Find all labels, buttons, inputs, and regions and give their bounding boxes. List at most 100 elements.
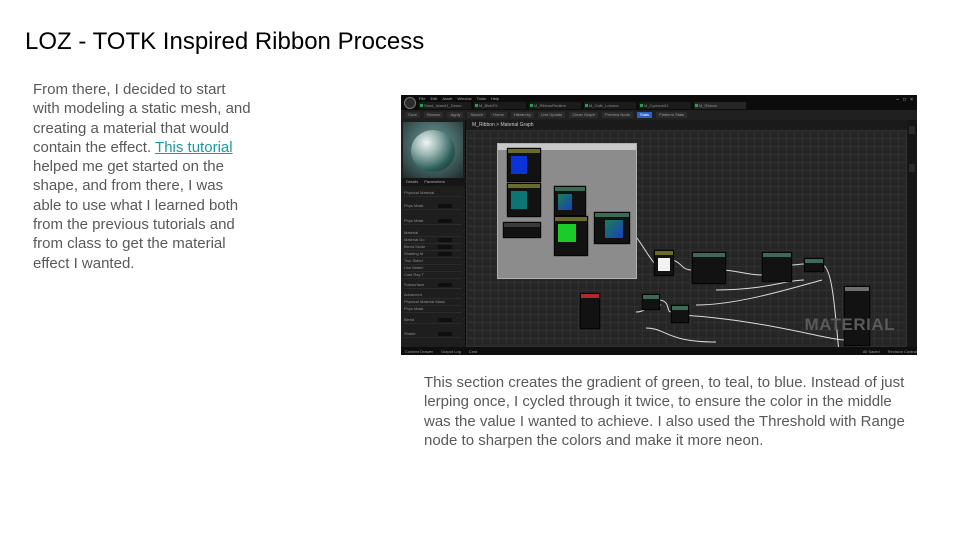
node-header	[693, 253, 725, 257]
details-property: Blend Mode	[404, 244, 462, 251]
unreal-editor-screenshot: File Edit Asset Window Tools Help Sand_I…	[401, 95, 917, 355]
details-property: Blend	[404, 317, 462, 324]
editor-tab[interactable]: M_BlobFX	[474, 102, 526, 109]
editor-menu: File Edit Asset Window Tools Help	[419, 96, 499, 101]
green-swatch	[558, 224, 576, 242]
property-value-field[interactable]	[438, 283, 452, 287]
left-text-rest: helped me get started on the shape, and …	[33, 158, 239, 272]
property-value-field[interactable]	[438, 252, 452, 256]
material-node-teal[interactable]	[507, 183, 541, 217]
material-preview-viewport[interactable]	[403, 122, 463, 178]
blue-swatch	[511, 156, 527, 174]
details-property: Two Sided	[404, 258, 462, 265]
details-property: Physical Material	[404, 190, 462, 197]
node-header	[508, 184, 540, 188]
material-node-green[interactable]	[554, 216, 588, 256]
cmd-input[interactable]: Cmd	[469, 349, 477, 354]
menu-window[interactable]: Window	[457, 96, 471, 101]
node-header	[595, 213, 629, 217]
material-node-white[interactable]	[654, 250, 674, 276]
property-value-field[interactable]	[438, 219, 452, 223]
menu-edit[interactable]: Edit	[430, 96, 437, 101]
output-log-button[interactable]: Output Log	[441, 349, 461, 354]
details-property: Shading M	[404, 251, 462, 258]
toolbar-preview-node[interactable]: Preview Node	[602, 112, 633, 118]
details-property: Shade	[404, 331, 462, 338]
editor-title-bar: File Edit Asset Window Tools Help Sand_I…	[401, 95, 917, 110]
node-header	[672, 306, 688, 310]
node-header	[555, 217, 587, 221]
toolbar-home[interactable]: Home	[490, 112, 507, 118]
material-node-lerp[interactable]	[594, 212, 630, 244]
editor-tab[interactable]: M_RibbonRedline	[529, 102, 581, 109]
node-header	[555, 187, 585, 191]
maximize-icon[interactable]: □	[903, 97, 906, 103]
tab-details[interactable]: Details	[406, 178, 418, 186]
editor-tab[interactable]: M_Cafe_Lnlorne	[584, 102, 636, 109]
close-icon[interactable]: ×	[910, 97, 913, 103]
editor-tab-active[interactable]: M_Ribbon	[694, 102, 746, 109]
material-node-small[interactable]	[642, 294, 660, 310]
toolbar-search[interactable]: Search	[467, 112, 487, 118]
toolbar-apply[interactable]: Apply	[447, 112, 464, 118]
toolbar-browse[interactable]: Browse	[424, 112, 444, 118]
material-node-small[interactable]	[671, 305, 689, 323]
material-node-blue[interactable]	[507, 148, 541, 182]
toolbar-clean-graph[interactable]: Clean Graph	[569, 112, 599, 118]
editor-toolbar: Save Browse Apply Search Home Hierarchy …	[401, 110, 917, 120]
details-property: Phys Mask	[404, 203, 462, 210]
editor-tabs: Sand_Island1_Demo M_BlobFX M_RibbonRedli…	[419, 102, 746, 109]
material-node-threshold[interactable]	[692, 252, 726, 284]
graph-breadcrumb: M_Ribbon > Material Graph	[466, 120, 913, 130]
material-watermark: MATERIAL	[804, 315, 895, 334]
window-controls: – □ ×	[896, 97, 913, 103]
right-sidebar	[907, 120, 917, 347]
material-node-lerp-preview[interactable]	[554, 186, 586, 216]
material-node-multiply[interactable]	[762, 252, 792, 282]
tab-parameters[interactable]: Parameters	[424, 178, 445, 186]
left-paragraph: From there, I decided to start with mode…	[33, 80, 255, 273]
tutorial-link[interactable]: This tutorial	[155, 139, 233, 156]
minimize-icon[interactable]: –	[896, 97, 899, 103]
toolbar-hierarchy[interactable]: Hierarchy	[510, 112, 534, 118]
property-value-field[interactable]	[438, 245, 452, 249]
material-node-parameter[interactable]	[503, 222, 541, 238]
toolbar-stats[interactable]: Stats	[636, 112, 653, 118]
node-header	[643, 295, 659, 299]
node-header	[763, 253, 791, 257]
menu-tools[interactable]: Tools	[477, 96, 486, 101]
toolbar-live-update[interactable]: Live Update	[537, 112, 566, 118]
node-header	[805, 259, 823, 263]
details-property: Material Do	[404, 237, 462, 244]
details-property: Advanced	[404, 292, 462, 299]
screenshot-caption: This section creates the gradient of gre…	[424, 374, 905, 450]
property-value-field[interactable]	[438, 204, 452, 208]
material-graph[interactable]: MATERIAL	[466, 130, 907, 347]
details-property: Cast Ray T	[404, 272, 462, 279]
material-node-add[interactable]	[804, 258, 824, 272]
menu-file[interactable]: File	[419, 96, 425, 101]
details-icon[interactable]	[909, 164, 915, 172]
all-saved-status: All Saved	[862, 348, 880, 354]
editor-tab[interactable]: Sand_Island1_Demo	[419, 102, 471, 109]
menu-asset[interactable]: Asset	[442, 96, 452, 101]
gradient-swatch	[558, 194, 572, 210]
slide-title: LOZ - TOTK Inspired Ribbon Process	[25, 28, 425, 55]
material-node-red-param[interactable]	[580, 293, 600, 329]
white-swatch	[658, 258, 670, 271]
node-header	[845, 287, 869, 291]
editor-tab[interactable]: M_Cyclone01	[639, 102, 691, 109]
revision-control-button[interactable]: Revision Control	[888, 349, 917, 354]
toolbar-platform-stats[interactable]: Platform Stats	[656, 112, 688, 118]
palette-icon[interactable]	[909, 126, 915, 134]
node-header	[655, 251, 673, 255]
left-panel: Details Parameters Physical Material Phy…	[401, 120, 470, 347]
property-value-field[interactable]	[438, 318, 452, 322]
property-value-field[interactable]	[438, 332, 452, 336]
content-drawer-button[interactable]: Content Drawer	[405, 349, 433, 354]
details-property: Use Materi	[404, 265, 462, 272]
toolbar-save[interactable]: Save	[405, 112, 421, 118]
details-property: Physical Material Mask	[404, 299, 462, 306]
menu-help[interactable]: Help	[491, 96, 499, 101]
property-value-field[interactable]	[438, 238, 452, 242]
